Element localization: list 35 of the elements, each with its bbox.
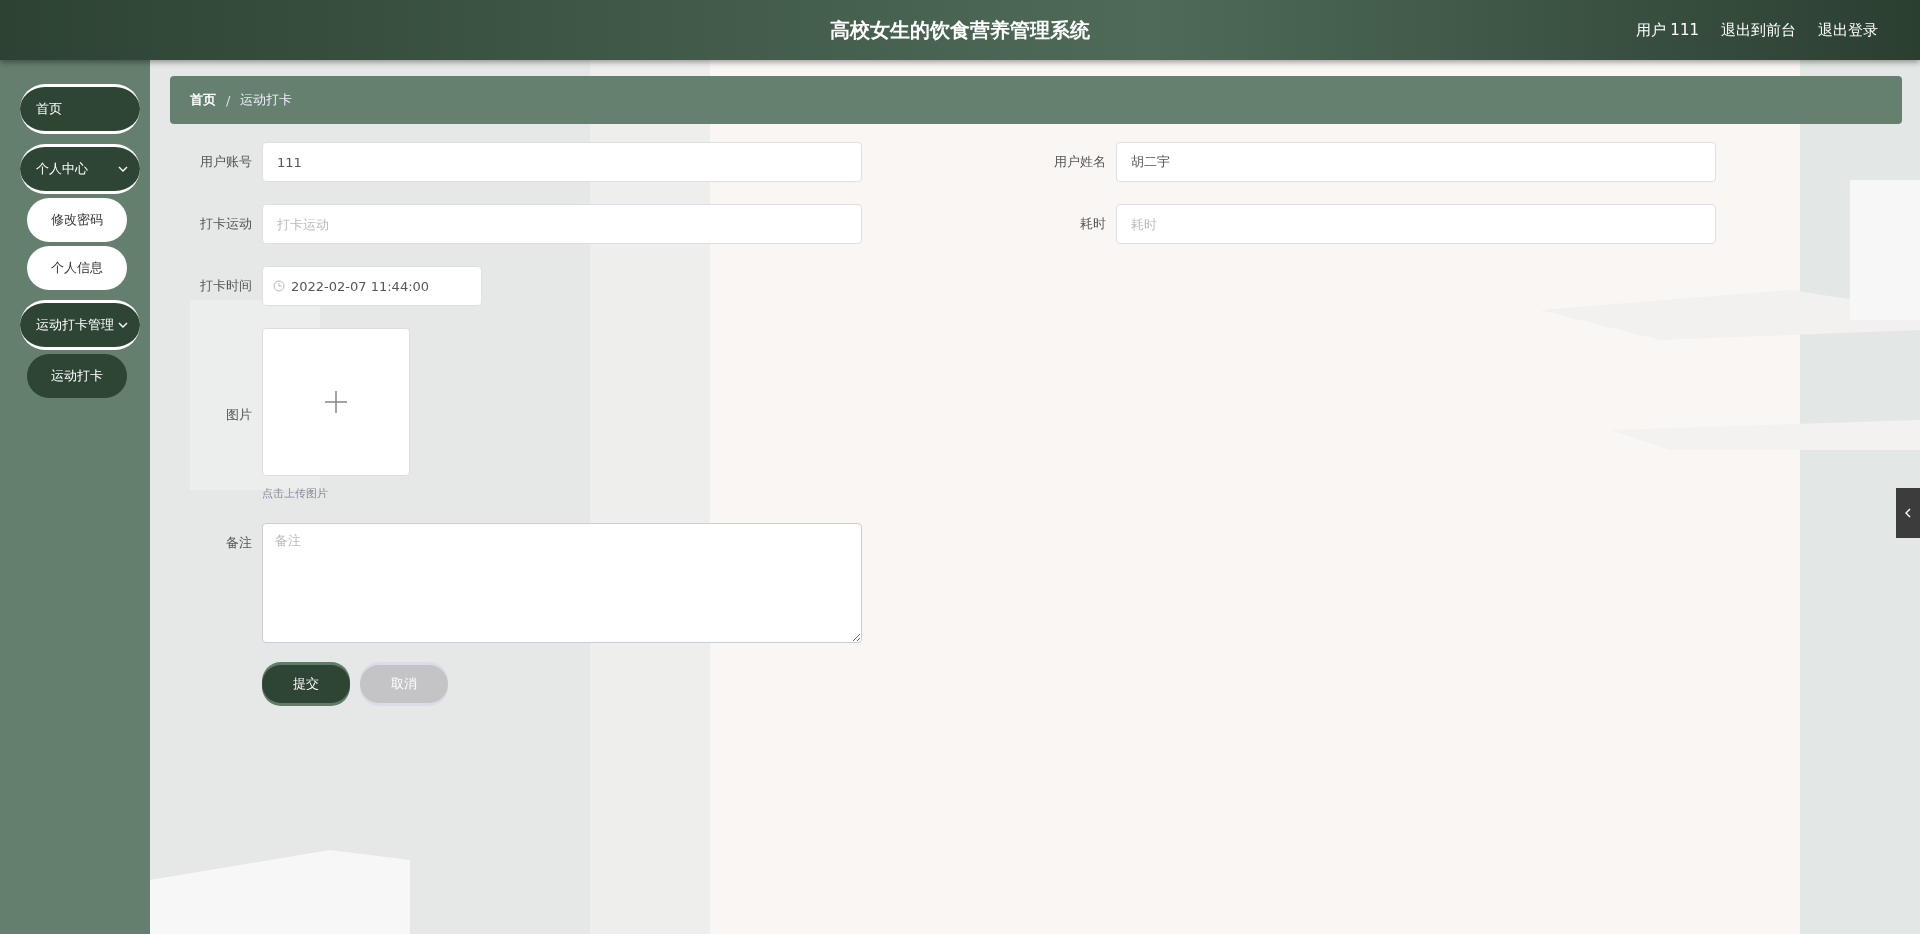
menu-item[interactable]: 个人中心 <box>20 144 140 194</box>
system-title: 高校女生的饮食营养管理系统 <box>830 16 1090 44</box>
header-link[interactable]: 退出登录 <box>1818 20 1878 40</box>
menu-item[interactable]: 运动打卡管理 <box>20 300 140 350</box>
header-link[interactable]: 退出到前台 <box>1721 20 1796 40</box>
field-label: 打卡时间 <box>199 277 253 295</box>
input-field[interactable]: 打卡运动 <box>262 204 862 244</box>
field-label: 备注 <box>225 534 253 552</box>
chevron-left-icon <box>1903 508 1913 518</box>
field-label: 耗时 <box>1079 215 1107 233</box>
input-field[interactable]: 胡二宇 <box>1116 142 1716 182</box>
submenu-item[interactable]: 运动打卡 <box>27 354 127 398</box>
breadcrumb-item[interactable]: 运动打卡 <box>240 91 293 109</box>
field-label: 用户姓名 <box>1053 153 1107 171</box>
field-label: 图片 <box>225 405 253 424</box>
field-label: 打卡运动 <box>199 215 253 233</box>
submit-button[interactable]: 提交 <box>262 665 350 703</box>
breadcrumb-separator: / <box>226 92 231 108</box>
plus-icon <box>325 391 347 413</box>
breadcrumb-item[interactable]: 首页 <box>190 91 216 109</box>
clock-icon <box>273 280 285 292</box>
submenu-item[interactable]: 个人信息 <box>27 246 127 290</box>
upload-hint: 点击上传图片 <box>262 486 329 501</box>
datetime-field[interactable]: 2022-02-07 11:44:00 <box>262 266 482 306</box>
menu-item[interactable]: 首页 <box>20 84 140 134</box>
chevron-down-icon <box>118 320 128 330</box>
image-upload[interactable] <box>262 328 410 476</box>
chevron-down-icon <box>118 164 128 174</box>
field-label: 用户账号 <box>199 153 253 171</box>
remarks-field[interactable]: 备注 <box>262 523 862 643</box>
header-link[interactable]: 用户 111 <box>1635 20 1699 40</box>
input-field[interactable]: 111 <box>262 142 862 182</box>
input-field[interactable]: 耗时 <box>1116 204 1716 244</box>
submenu-item[interactable]: 修改密码 <box>27 198 127 242</box>
collapse-handle[interactable] <box>1896 488 1920 538</box>
